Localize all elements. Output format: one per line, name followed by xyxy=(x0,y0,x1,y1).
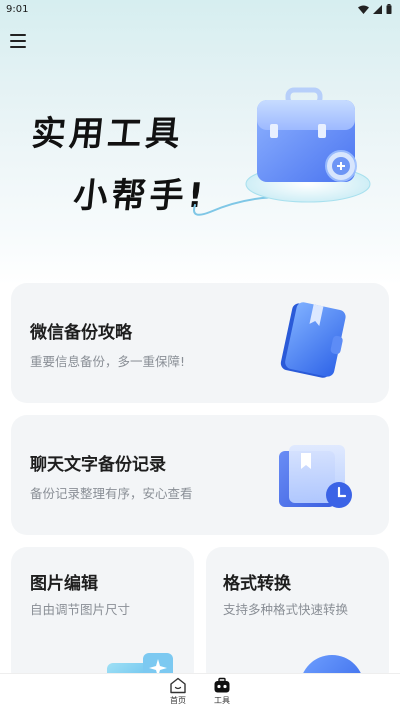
battery-icon xyxy=(386,4,392,14)
card-subtitle: 重要信息备份，多一重保障! xyxy=(30,354,186,369)
briefcase-illustration-icon xyxy=(245,87,371,203)
status-bar: 9:01 xyxy=(0,0,400,18)
toolbox-icon xyxy=(214,677,230,693)
wifi-icon xyxy=(358,5,369,14)
card-title: 微信备份攻略 xyxy=(30,323,132,343)
nav-item-tools[interactable]: 工具 xyxy=(207,674,237,711)
card-subtitle: 自由调节图片尺寸 xyxy=(30,602,131,617)
card-wechat-backup-guide[interactable]: 微信备份攻略 重要信息备份，多一重保障! xyxy=(11,283,389,403)
card-subtitle: 支持多种格式快速转换 xyxy=(223,602,349,617)
status-time: 9:01 xyxy=(6,3,29,15)
status-icons xyxy=(358,4,392,14)
nav-item-home[interactable]: 首页 xyxy=(163,674,193,711)
nav-label-tools: 工具 xyxy=(214,696,230,705)
card-subtitle: 备份记录整理有序，安心查看 xyxy=(30,486,193,501)
card-title: 聊天文字备份记录 xyxy=(30,455,166,475)
home-icon xyxy=(170,677,186,694)
signal-icon xyxy=(373,4,382,14)
notebook-icon xyxy=(280,302,346,378)
app-screen: 9:01 实用工具 小帮手! 微信备份攻略 重要信息备份，多一重保障! 聊天文字… xyxy=(0,0,400,711)
card-image-edit[interactable]: 图片编辑 自由调节图片尺寸 xyxy=(11,547,194,687)
card-title: 格式转换 xyxy=(223,574,291,594)
bottom-navigation: 首页 工具 xyxy=(0,673,400,711)
record-book-clock-icon xyxy=(279,445,352,508)
card-chat-text-backup[interactable]: 聊天文字备份记录 备份记录整理有序，安心查看 xyxy=(11,415,389,535)
hero-title-line1: 实用工具 xyxy=(29,114,186,154)
card-title: 图片编辑 xyxy=(30,574,98,594)
menu-icon[interactable] xyxy=(10,34,26,48)
card-format-convert[interactable]: 格式转换 支持多种格式快速转换 xyxy=(206,547,389,687)
nav-label-home: 首页 xyxy=(170,696,186,705)
